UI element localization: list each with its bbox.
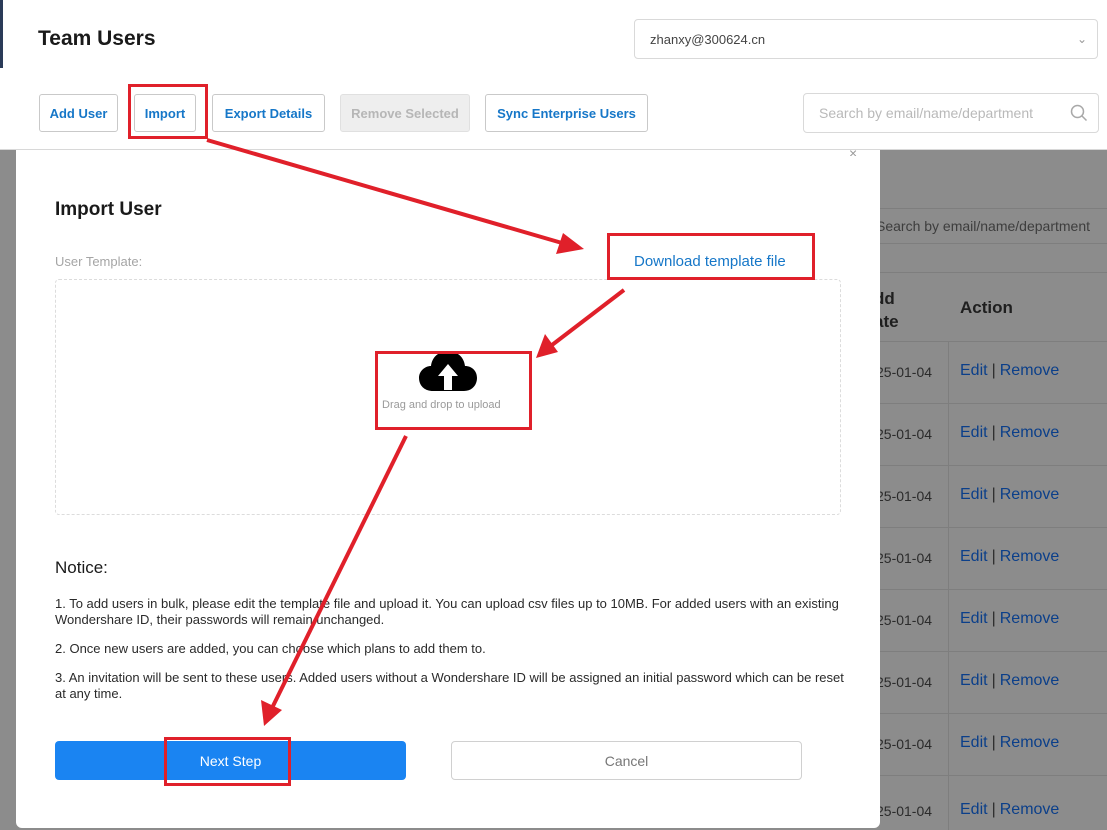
column-header-add-date-line1: dd [874, 289, 895, 308]
action-separator: | [991, 672, 996, 689]
search-icon[interactable] [1070, 104, 1088, 122]
search-placeholder: Search by email/name/department [819, 105, 1033, 121]
edit-link[interactable]: Edit [960, 801, 988, 818]
action-cell: Edit | Remove [960, 486, 1059, 504]
action-cell: Edit | Remove [960, 734, 1059, 752]
chevron-down-icon: ⌄ [1076, 32, 1087, 46]
close-icon[interactable]: × [849, 150, 857, 156]
table-row: 25-01-04 Edit | Remove [866, 404, 1107, 466]
action-cell: Edit | Remove [960, 610, 1059, 628]
remove-link[interactable]: Remove [1000, 801, 1060, 818]
table-row: 25-01-04 Edit | Remove [866, 714, 1107, 776]
page-title: Team Users [38, 27, 156, 50]
table-row: 25-01-04 Edit | Remove [866, 466, 1107, 528]
action-separator: | [991, 486, 996, 503]
remove-link[interactable]: Remove [1000, 362, 1060, 379]
table-row: 25-01-04 Edit | Remove [866, 590, 1107, 652]
action-separator: | [991, 362, 996, 379]
edit-link[interactable]: Edit [960, 424, 988, 441]
notice-title: Notice: [55, 558, 108, 577]
edit-link[interactable]: Edit [960, 610, 988, 627]
edit-link[interactable]: Edit [960, 486, 988, 503]
action-cell: Edit | Remove [960, 548, 1059, 566]
table-row: 25-01-04 Edit | Remove [866, 781, 1107, 830]
modal-title: Import User [55, 199, 162, 220]
add-date-cell: 25-01-04 [876, 364, 933, 380]
add-date-cell: 25-01-04 [876, 803, 933, 819]
notice-item: 3. An invitation will be sent to these u… [55, 670, 844, 701]
column-header-action: Action [960, 298, 1013, 317]
action-separator: | [991, 424, 996, 441]
edit-link[interactable]: Edit [960, 362, 988, 379]
search-input[interactable]: Search by email/name/department [803, 93, 1099, 133]
account-select[interactable]: zhanxy@300624.cn ⌄ [634, 19, 1098, 59]
remove-link[interactable]: Remove [1000, 610, 1060, 627]
action-cell: Edit | Remove [960, 424, 1059, 442]
action-cell: Edit | Remove [960, 801, 1059, 819]
edit-link[interactable]: Edit [960, 672, 988, 689]
notice-item: 2. Once new users are added, you can cho… [55, 641, 486, 656]
annotation-box-next-step [164, 737, 291, 786]
column-header-add-date: dd ate [874, 287, 914, 333]
user-template-label: User Template: [55, 254, 143, 269]
remove-link[interactable]: Remove [1000, 548, 1060, 565]
column-header-add-date-line2: ate [874, 312, 899, 331]
account-select-value: zhanxy@300624.cn [650, 32, 766, 47]
annotation-box-import [128, 84, 208, 139]
add-date-cell: 25-01-04 [876, 736, 933, 752]
remove-link[interactable]: Remove [1000, 672, 1060, 689]
add-date-cell: 25-01-04 [876, 426, 933, 442]
add-date-cell: 25-01-04 [876, 612, 933, 628]
remove-selected-button[interactable]: Remove Selected [340, 94, 470, 132]
remove-link[interactable]: Remove [1000, 734, 1060, 751]
background-search-input: Search by email/name/department [866, 208, 1107, 244]
action-cell: Edit | Remove [960, 672, 1059, 690]
action-separator: | [991, 610, 996, 627]
add-date-cell: 25-01-04 [876, 550, 933, 566]
add-user-button[interactable]: Add User [39, 94, 118, 132]
side-strip [0, 0, 3, 68]
action-separator: | [991, 734, 996, 751]
action-cell: Edit | Remove [960, 362, 1059, 380]
table-row: 25-01-04 Edit | Remove [866, 528, 1107, 590]
table-row: 25-01-04 Edit | Remove [866, 652, 1107, 714]
edit-link[interactable]: Edit [960, 734, 988, 751]
annotation-box-download [607, 233, 815, 280]
add-date-cell: 25-01-04 [876, 488, 933, 504]
table-row: 25-01-04 Edit | Remove [866, 342, 1107, 404]
edit-link[interactable]: Edit [960, 548, 988, 565]
add-date-cell: 25-01-04 [876, 674, 933, 690]
export-details-button[interactable]: Export Details [212, 94, 325, 132]
annotation-box-upload [375, 351, 532, 430]
action-separator: | [991, 548, 996, 565]
remove-link[interactable]: Remove [1000, 486, 1060, 503]
cancel-button[interactable]: Cancel [451, 741, 802, 780]
remove-link[interactable]: Remove [1000, 424, 1060, 441]
sync-enterprise-users-button[interactable]: Sync Enterprise Users [485, 94, 648, 132]
action-separator: | [991, 801, 996, 818]
notice-item: 1. To add users in bulk, please edit the… [55, 596, 839, 627]
